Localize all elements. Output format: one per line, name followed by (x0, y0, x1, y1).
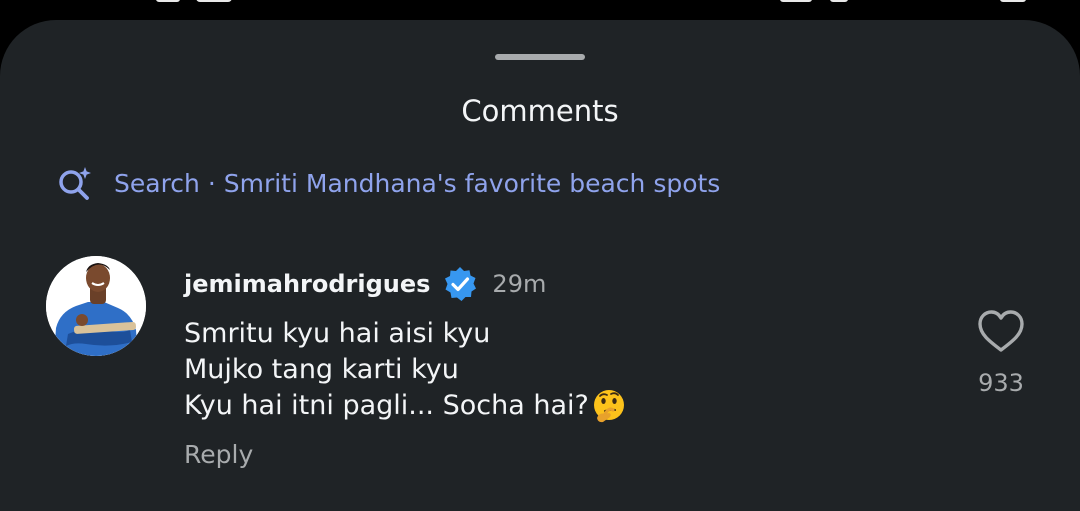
avatar[interactable] (46, 256, 146, 356)
search-suggestion[interactable]: Search · Smriti Mandhana's favorite beac… (56, 163, 720, 203)
comment-line: Kyu hai itni pagli... Socha hai? (184, 388, 884, 424)
sheet-title: Comments (461, 94, 619, 128)
comment-username[interactable]: jemimahrodrigues (184, 270, 430, 298)
comment-timestamp: 29m (492, 270, 547, 298)
status-indicator (196, 0, 232, 2)
avatar-image (46, 256, 146, 356)
verified-badge-icon (445, 267, 477, 301)
like-group: 933 (960, 306, 1042, 398)
status-bar (0, 0, 1080, 20)
search-suggestion-label: Search · Smriti Mandhana's favorite beac… (114, 168, 721, 198)
status-indicator (156, 0, 180, 2)
like-count: 933 (978, 369, 1024, 397)
heart-outline-icon[interactable] (975, 306, 1027, 358)
thinking-face-icon (593, 390, 624, 423)
comment-line: Smritu kyu hai aisi kyu (184, 318, 491, 349)
reply-button[interactable]: Reply (184, 438, 253, 472)
status-indicator (780, 0, 812, 2)
comment-text: Smritu kyu hai aisi kyu Mujko tang karti… (184, 316, 884, 424)
drag-handle[interactable] (495, 54, 585, 60)
status-indicator (830, 0, 848, 2)
search-sparkle-icon (59, 167, 91, 200)
status-indicator (1000, 0, 1026, 2)
comment-line: Mujko tang karti kyu (184, 354, 459, 385)
comment-header: jemimahrodrigues 29m (184, 264, 546, 304)
